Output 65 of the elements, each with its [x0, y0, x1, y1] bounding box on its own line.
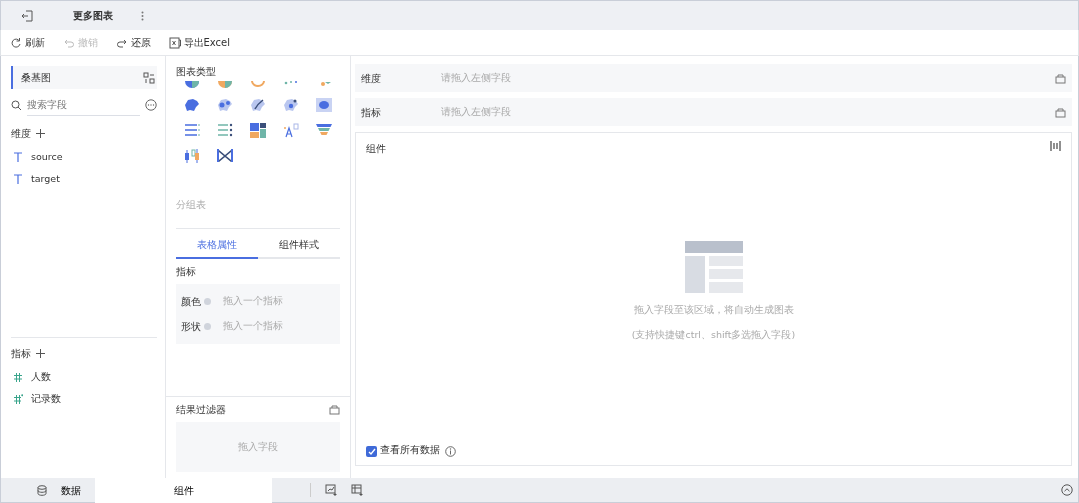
chart-name: 桑基图	[11, 66, 143, 89]
field-item[interactable]: 人数	[31, 370, 51, 385]
empty-table-icon	[684, 241, 743, 294]
text-type-icon	[13, 152, 23, 163]
collapse-icon[interactable]	[1061, 484, 1073, 496]
field-item[interactable]: target	[31, 172, 60, 187]
toolbar-button[interactable]: 导出Excel	[162, 35, 236, 50]
slot-label: 形状	[181, 319, 201, 334]
section-title: 结果过滤器	[176, 403, 226, 417]
page-title: 更多图表	[73, 9, 113, 23]
spreadsheet-icon	[168, 36, 181, 49]
field-item[interactable]: source	[31, 150, 63, 165]
number-type-icon	[13, 372, 23, 383]
add-icon[interactable]	[36, 349, 45, 358]
lock-icon[interactable]	[1055, 72, 1066, 84]
slot-label: 颜色	[181, 294, 201, 309]
map-icon[interactable]	[183, 97, 202, 114]
drop-hint: 拖入字段	[238, 439, 278, 454]
add-chart-icon[interactable]	[325, 484, 337, 496]
pie-chart-icon[interactable]	[183, 81, 202, 89]
section-title: 维度	[11, 127, 31, 141]
section-title: 指标	[176, 264, 197, 279]
add-icon[interactable]	[36, 129, 45, 138]
section-title: 图表类型	[176, 65, 217, 79]
map-flow-icon[interactable]	[249, 97, 267, 114]
sankey-icon[interactable]	[216, 147, 235, 164]
empty-hint: 拖入字段至该区域，将自动生成图表	[633, 303, 794, 318]
map-point-icon[interactable]	[281, 97, 300, 114]
toolbar-button[interactable]: 还原	[109, 35, 157, 50]
bottom-tab[interactable]: 数据	[47, 477, 95, 503]
bottom-tab[interactable]: 组件	[95, 477, 272, 503]
database-icon	[37, 484, 47, 496]
text-type-icon	[13, 174, 23, 185]
empty-hint: (支持快捷键ctrl、shift多选拖入字段)	[631, 327, 796, 342]
shelf-label: 指标	[361, 105, 382, 120]
section-title: 指标	[11, 347, 31, 361]
shelf-label: 维度	[361, 71, 382, 86]
more-icon[interactable]	[145, 99, 157, 111]
drop-hint: 请拖入左侧字段	[441, 104, 512, 119]
align-icon[interactable]	[1050, 141, 1061, 151]
switch-chart-icon[interactable]	[142, 71, 155, 84]
property-tab[interactable]: 表格属性	[176, 231, 258, 259]
checkbox-label: 查看所有数据	[379, 442, 440, 457]
lock-icon[interactable]	[1055, 106, 1066, 118]
field-item[interactable]: 记录数	[31, 392, 61, 407]
refresh-icon	[9, 36, 22, 49]
search-icon	[11, 99, 22, 111]
property-tab[interactable]: 组件样式	[258, 231, 340, 259]
list-icon[interactable]	[216, 122, 235, 139]
pie-chart-icon[interactable]	[216, 81, 235, 89]
more-icon[interactable]	[141, 10, 144, 21]
number-type-icon	[13, 394, 23, 405]
add-table-icon[interactable]	[351, 484, 363, 496]
word-cloud-icon[interactable]	[281, 122, 300, 139]
heat-map-icon[interactable]	[314, 97, 333, 114]
panel-title: 组件	[366, 142, 386, 156]
drop-hint: 请拖入左侧字段	[441, 70, 512, 85]
exit-icon[interactable]	[21, 9, 33, 22]
toolbar-button[interactable]: 刷新	[3, 35, 51, 50]
show-all-checkbox[interactable]	[366, 446, 377, 457]
treemap-icon[interactable]	[249, 122, 267, 139]
search-field[interactable]: 搜索字段	[27, 94, 140, 116]
lock-icon[interactable]	[329, 404, 340, 415]
map-bubble-icon[interactable]	[216, 97, 235, 114]
candlestick-icon[interactable]	[183, 147, 202, 164]
